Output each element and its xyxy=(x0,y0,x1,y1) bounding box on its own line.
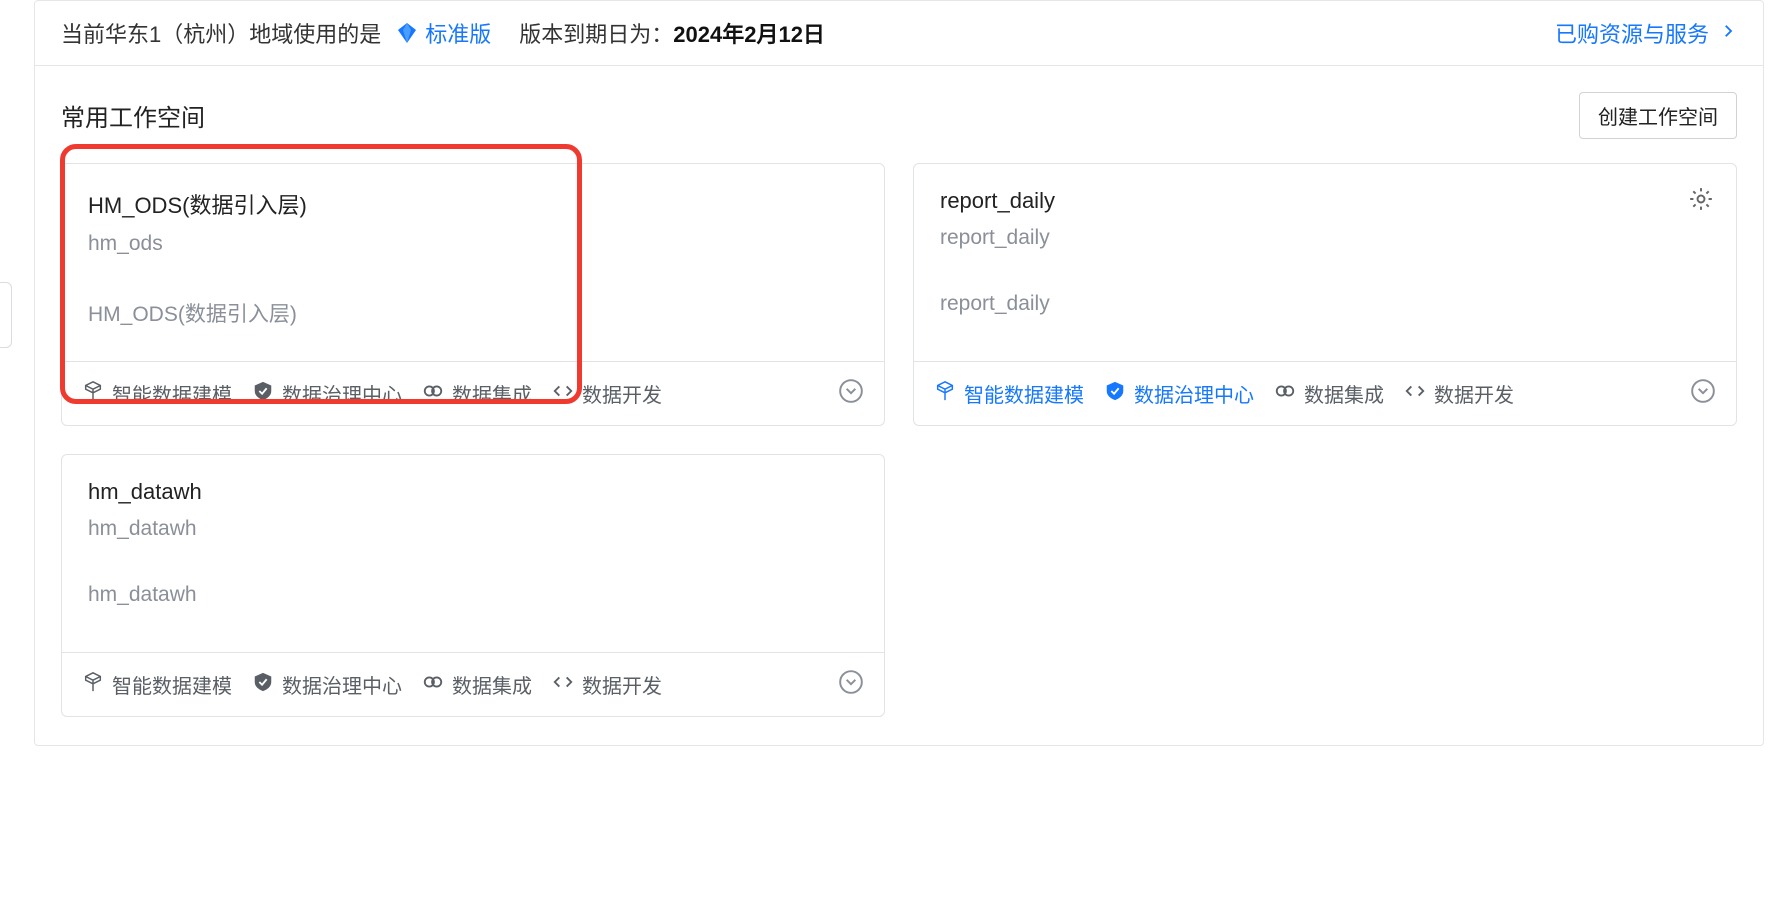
chevron-right-icon xyxy=(1719,20,1737,46)
purchased-resources-label: 已购资源与服务 xyxy=(1555,17,1709,49)
workspace-subtitle: report_daily xyxy=(940,226,1710,250)
data-modeling-icon xyxy=(82,671,104,699)
workspace-section: 常用工作空间 创建工作空间 HM_ODS(数据引入层)hm_odsHM_ODS(… xyxy=(35,66,1763,745)
data-integration-icon xyxy=(1274,380,1296,408)
purchased-resources-link[interactable]: 已购资源与服务 xyxy=(1555,17,1737,49)
create-workspace-button[interactable]: 创建工作空间 xyxy=(1579,92,1737,139)
workspace-card-footer: 智能数据建模 数据治理中心 数据集成 数据开发 xyxy=(62,362,884,425)
workspace-title: report_daily xyxy=(940,188,1710,214)
data-integration-icon xyxy=(422,380,444,408)
workspace-description: hm_datawh xyxy=(88,583,858,607)
tool-link-label: 数据开发 xyxy=(582,379,662,408)
data-develop-link[interactable]: 数据开发 xyxy=(552,379,662,408)
main-panel: 当前华东1（杭州）地域使用的是 标准版 版本到期日为： 2024年2月12日 已… xyxy=(34,0,1764,746)
tool-link-label: 智能数据建模 xyxy=(964,379,1084,408)
workspace-grid: HM_ODS(数据引入层)hm_odsHM_ODS(数据引入层)智能数据建模数据… xyxy=(61,163,1737,717)
workspace-card-body: HM_ODS(数据引入层) hm_ods HM_ODS(数据引入层) xyxy=(62,164,884,362)
workspace-title: hm_datawh xyxy=(88,479,858,505)
edition-label: 标准版 xyxy=(425,17,491,49)
data-develop-link[interactable]: 数据开发 xyxy=(1404,379,1514,408)
data-integration-link[interactable]: 数据集成 xyxy=(422,379,532,408)
data-modeling-icon xyxy=(934,380,956,408)
tool-link-label: 数据集成 xyxy=(452,379,532,408)
workspace-description: report_daily xyxy=(940,292,1710,316)
tool-link-label: 数据集成 xyxy=(1304,379,1384,408)
workspace-card[interactable]: HM_ODS(数据引入层) hm_ods HM_ODS(数据引入层) 智能数据建模 数据… xyxy=(61,163,885,426)
expire-label: 版本到期日为： xyxy=(519,17,673,49)
workspace-card-body: hm_datawh hm_datawh hm_datawh xyxy=(62,455,884,653)
data-modeling-link[interactable]: 智能数据建模 xyxy=(82,379,232,408)
data-modeling-icon xyxy=(82,380,104,408)
workspace-card[interactable]: report_daily report_daily report_daily 智能数据… xyxy=(913,163,1737,426)
more-tools-button[interactable] xyxy=(838,378,864,409)
expire-date: 2024年2月12日 xyxy=(673,17,825,49)
workspace-card[interactable]: hm_datawh hm_datawh hm_datawh 智能数据建模 数据治理中心 数… xyxy=(61,454,885,717)
region-text: 当前华东1（杭州）地域使用的是 xyxy=(61,17,381,49)
workspace-subtitle: hm_ods xyxy=(88,232,858,256)
workspace-title: HM_ODS(数据引入层) xyxy=(88,188,858,220)
data-governance-link[interactable]: 数据治理中心 xyxy=(252,670,402,699)
data-integration-link[interactable]: 数据集成 xyxy=(1274,379,1384,408)
data-modeling-link[interactable]: 智能数据建模 xyxy=(934,379,1084,408)
section-title: 常用工作空间 xyxy=(61,98,205,133)
data-integration-icon xyxy=(422,671,444,699)
workspace-description: HM_ODS(数据引入层) xyxy=(88,298,858,328)
tool-link-label: 数据治理中心 xyxy=(282,379,402,408)
workspace-settings-button[interactable] xyxy=(1688,186,1714,217)
data-develop-icon xyxy=(1404,380,1426,408)
data-governance-icon xyxy=(252,380,274,408)
data-governance-icon xyxy=(252,671,274,699)
data-develop-icon xyxy=(552,380,574,408)
workspace-card-body: report_daily report_daily report_daily xyxy=(914,164,1736,362)
data-integration-link[interactable]: 数据集成 xyxy=(422,670,532,699)
data-governance-icon xyxy=(1104,380,1126,408)
top-banner: 当前华东1（杭州）地域使用的是 标准版 版本到期日为： 2024年2月12日 已… xyxy=(35,1,1763,66)
tool-link-label: 数据开发 xyxy=(1434,379,1514,408)
workspace-card-footer: 智能数据建模 数据治理中心 数据集成 数据开发 xyxy=(914,362,1736,425)
data-governance-link[interactable]: 数据治理中心 xyxy=(1104,379,1254,408)
data-modeling-link[interactable]: 智能数据建模 xyxy=(82,670,232,699)
tool-link-label: 数据治理中心 xyxy=(1134,379,1254,408)
diamond-icon xyxy=(395,21,419,45)
side-collapse-tab[interactable] xyxy=(0,282,12,348)
workspace-subtitle: hm_datawh xyxy=(88,517,858,541)
tool-link-label: 数据治理中心 xyxy=(282,670,402,699)
more-tools-button[interactable] xyxy=(1690,378,1716,409)
data-develop-icon xyxy=(552,671,574,699)
more-tools-button[interactable] xyxy=(838,669,864,700)
tool-link-label: 智能数据建模 xyxy=(112,670,232,699)
tool-link-label: 智能数据建模 xyxy=(112,379,232,408)
data-develop-link[interactable]: 数据开发 xyxy=(552,670,662,699)
tool-link-label: 数据开发 xyxy=(582,670,662,699)
data-governance-link[interactable]: 数据治理中心 xyxy=(252,379,402,408)
tool-link-label: 数据集成 xyxy=(452,670,532,699)
workspace-card-footer: 智能数据建模 数据治理中心 数据集成 数据开发 xyxy=(62,653,884,716)
